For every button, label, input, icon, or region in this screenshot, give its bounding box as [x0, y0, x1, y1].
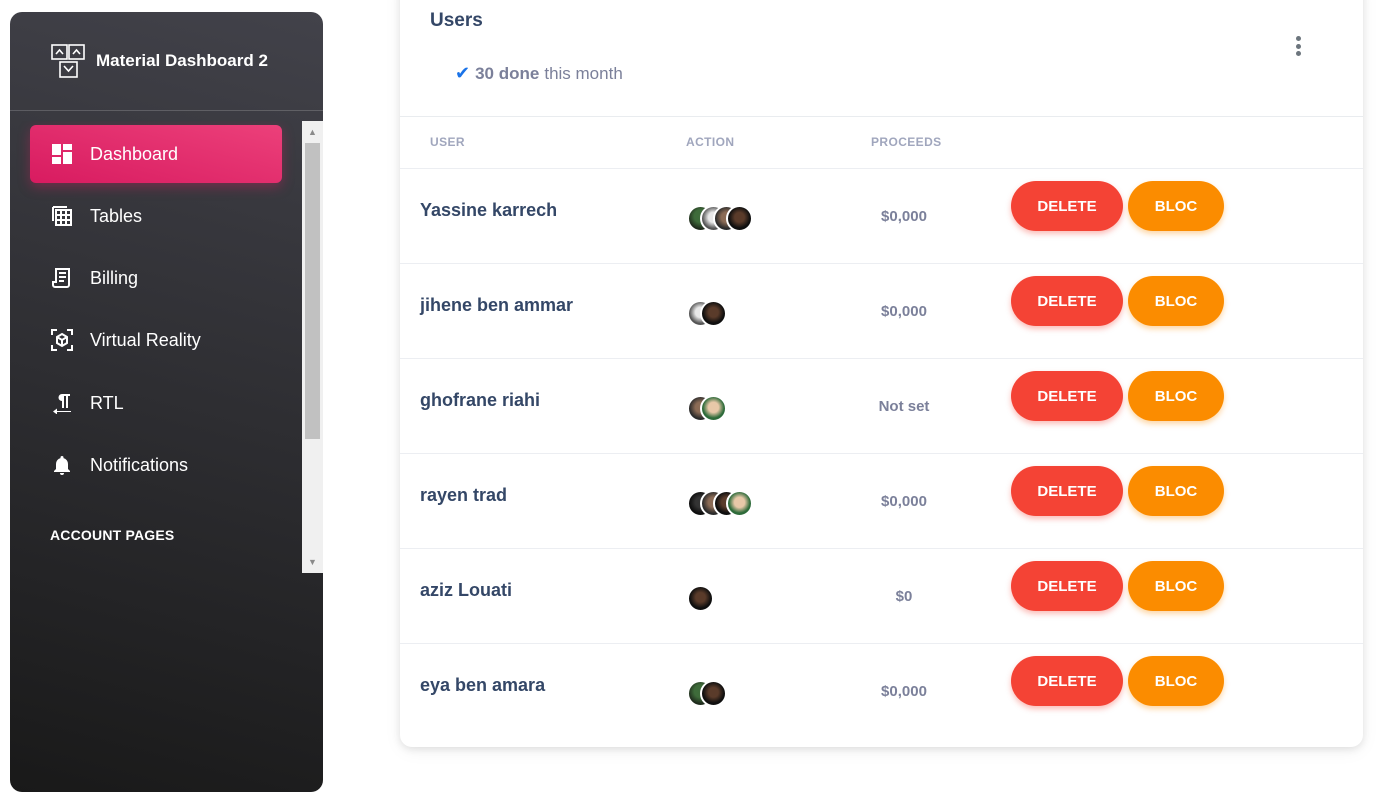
table-row: aziz Louati $0 DELETE BLOC [400, 548, 1363, 643]
avatar[interactable] [700, 395, 727, 422]
table-row: ghofrane riahi Not set DELETE BLOC [400, 358, 1363, 453]
sidebar-scrollbar[interactable]: ▲ ▼ [302, 121, 323, 573]
users-card: Users ✔ 30 done this month USER ACTION P… [400, 0, 1363, 747]
format-textdirection-icon [50, 391, 74, 415]
brand-name: Material Dashboard 2 [96, 51, 268, 70]
notifications-icon [50, 453, 74, 477]
sidebar-item-dashboard[interactable]: Dashboard [30, 125, 282, 183]
card-subtitle: ✔ 30 done this month [455, 63, 623, 84]
sidebar-nav: Dashboard Tables Billing Virtual Reality… [10, 121, 323, 573]
proceeds-value: $0,000 [881, 683, 927, 700]
avatar[interactable] [726, 205, 753, 232]
avatar[interactable] [726, 490, 753, 517]
scroll-thumb[interactable] [305, 143, 320, 439]
proceeds-value: $0,000 [881, 208, 927, 225]
user-name: rayen trad [420, 485, 508, 505]
table-row: Yassine karrech $0,000 DELETE BLOC [400, 168, 1363, 263]
proceeds-value: Not set [878, 398, 930, 415]
brand-logo-icon [51, 44, 85, 78]
bloc-button[interactable]: BLOC [1128, 181, 1224, 231]
proceeds-value: $0,000 [881, 493, 927, 510]
card-divider [400, 116, 1363, 117]
sidebar: Material Dashboard 2 Dashboard Tables Bi… [10, 12, 323, 792]
dashboard-icon [50, 142, 74, 166]
avatar-group [687, 680, 727, 707]
user-name: Yassine karrech [420, 200, 558, 220]
avatar[interactable] [687, 585, 714, 612]
card-title: Users [430, 10, 483, 31]
table-view-icon [50, 204, 74, 228]
brand[interactable]: Material Dashboard 2 [10, 12, 323, 110]
column-header-proceeds: PROCEEDS [871, 135, 942, 149]
sidebar-item-label: Dashboard [90, 143, 179, 164]
sidebar-item-notifications[interactable]: Notifications [30, 436, 282, 494]
bloc-button[interactable]: BLOC [1128, 276, 1224, 326]
brand-divider [10, 110, 323, 111]
receipt-icon [50, 266, 74, 290]
avatar[interactable] [700, 680, 727, 707]
bloc-button[interactable]: BLOC [1128, 371, 1224, 421]
user-name: ghofrane riahi [420, 390, 541, 410]
done-count: 30 done [475, 63, 540, 83]
column-header-user: USER [430, 135, 465, 149]
sidebar-item-label: Notifications [90, 454, 189, 475]
column-header-action: ACTION [686, 135, 735, 149]
sidebar-item-billing[interactable]: Billing [30, 249, 282, 307]
avatar[interactable] [700, 300, 727, 327]
delete-button[interactable]: DELETE [1011, 561, 1123, 611]
view-in-ar-icon [50, 328, 74, 352]
avatar-group [687, 490, 753, 517]
avatar-group [687, 585, 714, 612]
delete-button[interactable]: DELETE [1011, 656, 1123, 706]
sidebar-item-label: Tables [90, 205, 143, 226]
user-name: eya ben amara [420, 675, 546, 695]
avatar-group [687, 300, 727, 327]
delete-button[interactable]: DELETE [1011, 181, 1123, 231]
user-name: jihene ben ammar [420, 295, 574, 315]
proceeds-value: $0,000 [881, 303, 927, 320]
sidebar-item-virtual-reality[interactable]: Virtual Reality [30, 311, 282, 369]
delete-button[interactable]: DELETE [1011, 276, 1123, 326]
more-vert-icon[interactable] [1288, 34, 1308, 58]
proceeds-value: $0 [895, 588, 913, 605]
bloc-button[interactable]: BLOC [1128, 466, 1224, 516]
sidebar-item-label: RTL [90, 392, 124, 413]
delete-button[interactable]: DELETE [1011, 466, 1123, 516]
avatar-group [687, 395, 727, 422]
scroll-down-icon[interactable]: ▼ [302, 553, 323, 571]
sidebar-item-label: Billing [90, 267, 139, 288]
table-row: jihene ben ammar $0,000 DELETE BLOC [400, 263, 1363, 358]
check-icon: ✔ [455, 63, 471, 83]
scroll-up-icon[interactable]: ▲ [302, 123, 323, 141]
bloc-button[interactable]: BLOC [1128, 561, 1224, 611]
avatar-group [687, 205, 753, 232]
user-name: aziz Louati [420, 580, 513, 600]
sidebar-item-label: Virtual Reality [90, 329, 201, 350]
sidebar-item-tables[interactable]: Tables [30, 187, 282, 245]
sidebar-item-rtl[interactable]: RTL [30, 374, 282, 432]
section-label-account-pages: ACCOUNT PAGES [50, 527, 175, 543]
done-period: this month [544, 63, 623, 83]
table-row: eya ben amara $0,000 DELETE BLOC [400, 643, 1363, 738]
bloc-button[interactable]: BLOC [1128, 656, 1224, 706]
delete-button[interactable]: DELETE [1011, 371, 1123, 421]
table-row: rayen trad $0,000 DELETE BLOC [400, 453, 1363, 548]
